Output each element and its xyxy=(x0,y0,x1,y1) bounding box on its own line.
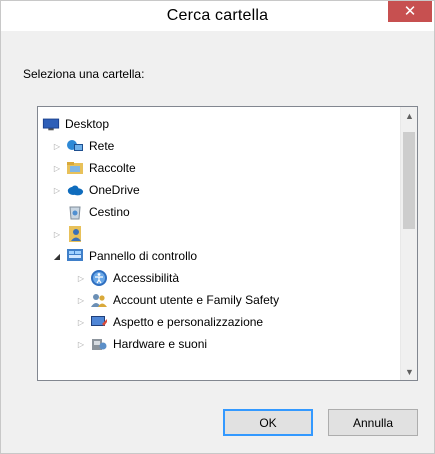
hardware-sound-icon xyxy=(90,336,108,352)
cancel-button[interactable]: Annulla xyxy=(328,409,418,436)
folder-tree[interactable]: Desktop ▷ Rete ▷ Raccolte ▷ OneDrive Ces… xyxy=(37,106,418,381)
tree-item-pannello-di-controllo[interactable]: ◢ Pannello di controllo xyxy=(52,245,197,267)
expand-arrow-icon[interactable]: ▷ xyxy=(76,295,86,305)
desktop-icon xyxy=(42,116,60,132)
vertical-scrollbar[interactable]: ▲ ▼ xyxy=(400,107,417,380)
folder-prompt-label: Seleziona una cartella: xyxy=(23,67,145,81)
scroll-up-icon[interactable]: ▲ xyxy=(401,107,417,124)
tree-item-accessibilita[interactable]: ▷ Accessibilità xyxy=(76,267,179,289)
tree-item-user-folder[interactable]: ▷ xyxy=(52,223,89,245)
ok-button[interactable]: OK xyxy=(223,409,313,436)
tree-item-label: Aspetto e personalizzazione xyxy=(113,315,264,329)
browse-folder-dialog: Cerca cartella ✕ Seleziona una cartella:… xyxy=(0,0,435,454)
tree-item-label: Rete xyxy=(89,139,115,153)
close-icon: ✕ xyxy=(403,3,417,20)
libraries-icon xyxy=(66,160,84,176)
network-icon xyxy=(66,138,84,154)
onedrive-icon xyxy=(66,182,84,198)
tree-item-label: Raccolte xyxy=(89,161,136,175)
tree-item-label: Desktop xyxy=(65,117,110,131)
tree-item-raccolte[interactable]: ▷ Raccolte xyxy=(52,157,136,179)
scroll-down-icon[interactable]: ▼ xyxy=(401,363,417,380)
expand-arrow-icon[interactable]: ▷ xyxy=(52,141,62,151)
tree-item-label: OneDrive xyxy=(89,183,140,197)
tree-item-aspetto[interactable]: ▷ Aspetto e personalizzazione xyxy=(76,311,263,333)
recycle-bin-icon xyxy=(66,204,84,220)
tree-item-label: Accessibilità xyxy=(113,271,180,285)
tree-item-onedrive[interactable]: ▷ OneDrive xyxy=(52,179,140,201)
control-panel-icon xyxy=(66,248,84,264)
expand-arrow-icon[interactable]: ▷ xyxy=(52,163,62,173)
user-accounts-icon xyxy=(90,292,108,308)
user-folder-icon xyxy=(66,226,84,242)
expand-arrow-icon[interactable]: ▷ xyxy=(52,229,62,239)
dialog-title: Cerca cartella xyxy=(166,7,269,24)
close-button[interactable]: ✕ xyxy=(388,1,432,22)
tree-item-hardware-suoni[interactable]: ▷ Hardware e suoni xyxy=(76,333,207,355)
appearance-icon xyxy=(90,314,108,330)
expand-arrow-icon[interactable]: ▷ xyxy=(52,185,62,195)
tree-item-label: Pannello di controllo xyxy=(89,249,198,263)
title-bar[interactable]: Cerca cartella ✕ xyxy=(1,1,434,31)
tree-item-desktop[interactable]: Desktop xyxy=(42,113,109,135)
accessibility-icon xyxy=(90,270,108,286)
tree-item-account-utente[interactable]: ▷ Account utente e Family Safety xyxy=(76,289,279,311)
expand-arrow-icon[interactable]: ▷ xyxy=(76,317,86,327)
tree-item-cestino[interactable]: Cestino xyxy=(66,201,130,223)
tree-item-label: Account utente e Family Safety xyxy=(113,293,280,307)
tree-item-label: Cestino xyxy=(89,205,130,219)
expand-arrow-icon[interactable]: ▷ xyxy=(76,273,86,283)
tree-item-rete[interactable]: ▷ Rete xyxy=(52,135,114,157)
collapse-arrow-icon[interactable]: ◢ xyxy=(52,251,62,261)
expand-arrow-icon[interactable]: ▷ xyxy=(76,339,86,349)
scroll-thumb[interactable] xyxy=(403,132,415,229)
tree-item-label: Hardware e suoni xyxy=(113,337,208,351)
